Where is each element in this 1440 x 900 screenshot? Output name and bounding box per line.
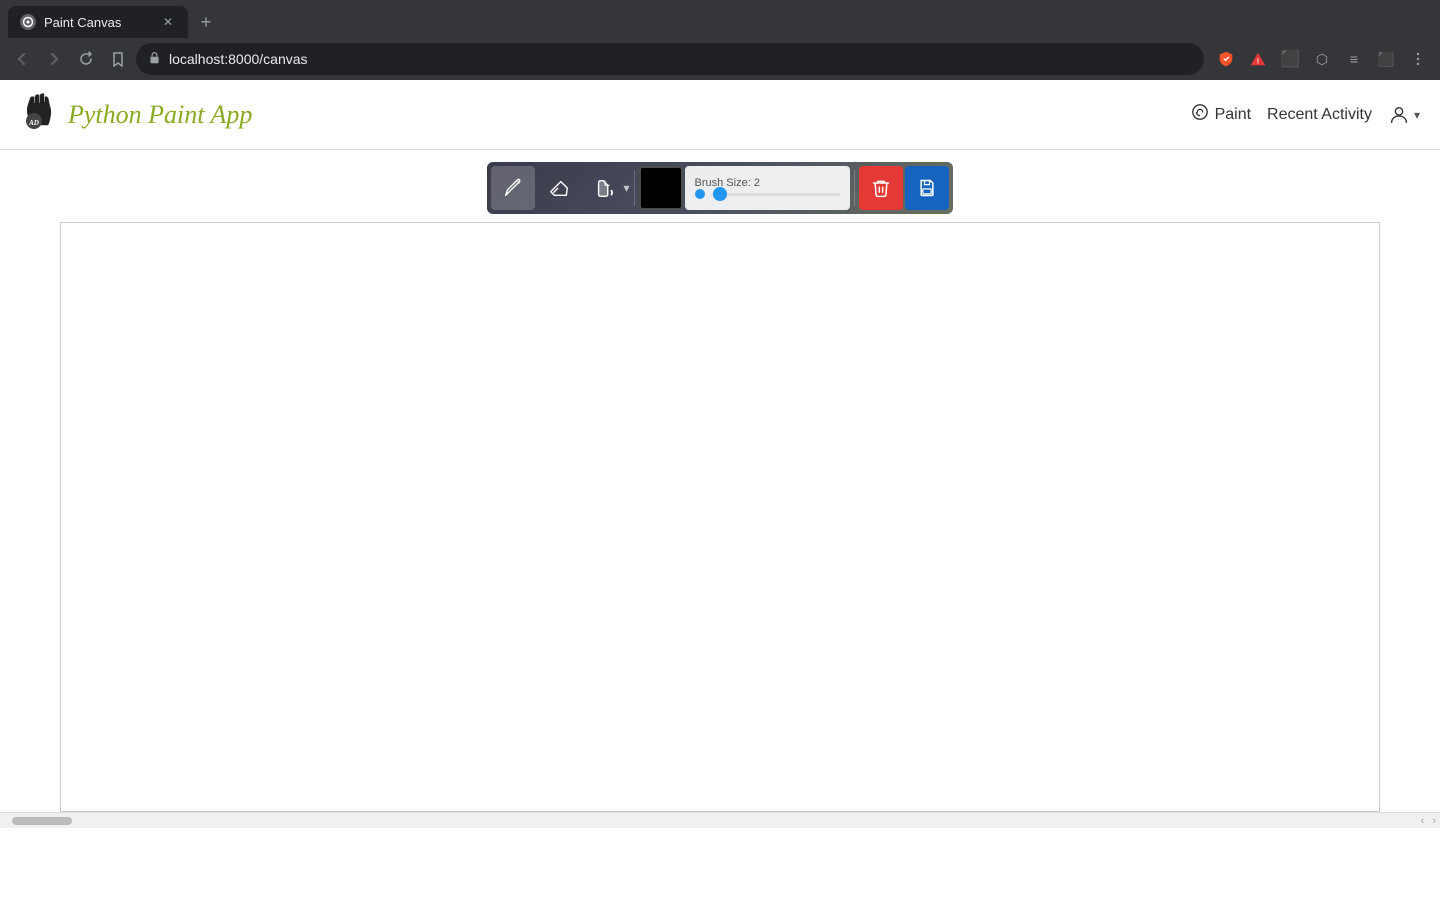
user-dropdown-arrow: ▾ [1414,108,1420,122]
scroll-arrow-left[interactable]: ‹ [1421,815,1433,827]
extension-icon-3[interactable]: ≡ [1340,45,1368,73]
canvas-wrapper [0,214,1440,812]
extension-icon-4[interactable]: ⬛ [1372,45,1400,73]
tab-close-button[interactable]: ✕ [160,14,176,30]
pencil-tool-button[interactable] [491,166,535,210]
eraser-tool-button[interactable] [537,166,581,210]
brush-size-slider[interactable] [711,193,840,196]
fill-dropdown-arrow[interactable]: ▾ [623,181,629,195]
paint-nav-icon [1191,103,1209,126]
tab-favicon [20,14,36,30]
refresh-button[interactable] [72,45,100,73]
warning-icon[interactable]: ! [1244,45,1272,73]
scroll-arrow-right[interactable]: › [1432,815,1436,827]
address-text: localhost:8000/canvas [169,51,308,67]
toolbar-divider-1 [634,170,635,206]
app-logo: AD Python Paint App [20,89,252,141]
brush-slider-row [695,189,840,199]
app-content: AD Python Paint App Paint Recent Activit… [0,80,1440,900]
extension-icon-2[interactable]: ⬡ [1308,45,1336,73]
fill-tool-button[interactable] [583,166,627,210]
tab-title: Paint Canvas [44,15,152,30]
drawing-canvas[interactable] [60,222,1380,812]
active-tab[interactable]: Paint Canvas ✕ [8,6,188,38]
delete-button[interactable] [859,166,903,210]
brush-size-control: Brush Size: 2 [685,166,850,210]
scrollbar-thumb[interactable] [12,817,72,825]
svg-text:AD: AD [28,119,39,127]
navigation-bar: localhost:8000/canvas ! ⬛ ⬡ ≡ ⬛ [0,38,1440,80]
new-tab-button[interactable]: + [192,8,220,36]
forward-button[interactable] [40,45,68,73]
user-icon [1388,104,1410,126]
horizontal-scrollbar[interactable]: ‹ › [0,812,1440,828]
app-header: AD Python Paint App Paint Recent Activit… [0,80,1440,150]
lock-icon [148,51,161,67]
toolbar: ▾ Brush Size: 2 [487,162,952,214]
back-button[interactable] [8,45,36,73]
logo-text: Python Paint App [68,100,252,130]
user-menu[interactable]: ▾ [1388,104,1420,126]
brave-shield-icon[interactable] [1212,45,1240,73]
browser-extensions: ! ⬛ ⬡ ≡ ⬛ [1212,45,1432,73]
brush-size-dot [695,189,705,199]
extension-icon-1[interactable]: ⬛ [1276,45,1304,73]
toolbar-divider-2 [854,170,855,206]
recent-activity-label: Recent Activity [1267,106,1372,124]
toolbar-wrapper: ▾ Brush Size: 2 [0,162,1440,214]
paint-nav-label: Paint [1215,106,1251,124]
color-picker-swatch[interactable] [639,166,683,210]
menu-button[interactable] [1404,45,1432,73]
recent-activity-link[interactable]: Recent Activity [1267,106,1372,124]
paint-nav-link[interactable]: Paint [1191,103,1251,126]
address-bar[interactable]: localhost:8000/canvas [136,43,1204,75]
bookmark-button[interactable] [104,45,132,73]
save-button[interactable] [905,166,949,210]
fill-tool-group: ▾ [583,166,629,210]
app-nav: Paint Recent Activity ▾ [1191,103,1420,126]
hand-icon: AD [20,89,64,141]
svg-text:!: ! [1257,57,1259,66]
